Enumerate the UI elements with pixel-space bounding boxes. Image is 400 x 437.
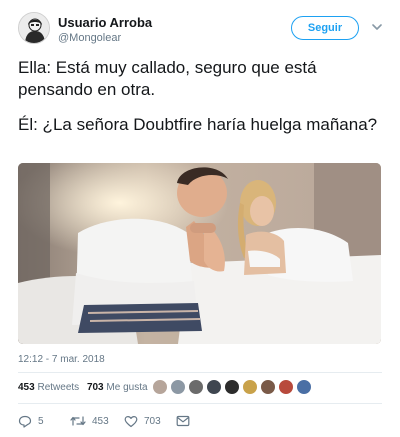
liker-avatar[interactable] <box>260 379 276 395</box>
liker-avatar[interactable] <box>206 379 222 395</box>
retweets-count: 453 <box>18 382 35 393</box>
message-action[interactable] <box>176 414 190 428</box>
tweet-timestamp[interactable]: 12:12 - 7 mar. 2018 <box>18 354 105 365</box>
retweets-stat[interactable]: 453 Retweets <box>18 382 79 393</box>
retweets-label: Retweets <box>37 382 80 393</box>
avatar-illustration <box>19 13 49 43</box>
divider <box>18 403 382 404</box>
liker-avatar[interactable] <box>278 379 294 395</box>
divider <box>18 372 382 373</box>
reply-count: 5 <box>38 415 44 427</box>
liker-avatar[interactable] <box>224 379 240 395</box>
like-action[interactable]: 703 <box>124 414 161 428</box>
liker-avatar[interactable] <box>296 379 312 395</box>
retweet-icon <box>70 416 86 426</box>
likes-label: Me gusta <box>106 382 148 393</box>
retweet-action[interactable]: 453 <box>70 414 109 428</box>
reply-icon <box>18 415 32 428</box>
retweet-count: 453 <box>92 415 109 427</box>
message-icon <box>176 415 190 427</box>
tweet-photo[interactable] <box>18 163 381 344</box>
heart-icon <box>124 415 138 427</box>
tweet-text: Ella: Está muy callado, seguro que está … <box>18 57 384 149</box>
user-handle[interactable]: @Mongolear <box>58 31 152 45</box>
tweet-line: Ella: Está muy callado, seguro que está … <box>18 58 317 99</box>
liker-avatar[interactable] <box>170 379 186 395</box>
liker-avatar[interactable] <box>152 379 168 395</box>
display-name[interactable]: Usuario Arroba <box>58 15 152 30</box>
reply-action[interactable]: 5 <box>18 414 44 428</box>
like-count: 703 <box>144 415 161 427</box>
liker-avatar[interactable] <box>188 379 204 395</box>
author: Usuario Arroba @Mongolear <box>58 15 152 45</box>
liker-avatar[interactable] <box>242 379 258 395</box>
photo-illustration <box>18 163 381 344</box>
follow-button[interactable]: Seguir <box>291 16 359 40</box>
engagement-stats: 453 Retweets 703 Me gusta <box>18 382 153 393</box>
tweet-header: Usuario Arroba @Mongolear Seguir <box>18 12 388 48</box>
tweet-line: Él: ¿La señora Doubtfire haría huelga ma… <box>18 115 378 134</box>
chevron-down-icon[interactable] <box>370 20 384 34</box>
tweet-actions: 5 453 703 <box>18 414 218 428</box>
avatar[interactable] <box>18 12 50 44</box>
likes-stat[interactable]: 703 Me gusta <box>87 382 148 393</box>
likes-count: 703 <box>86 382 104 393</box>
